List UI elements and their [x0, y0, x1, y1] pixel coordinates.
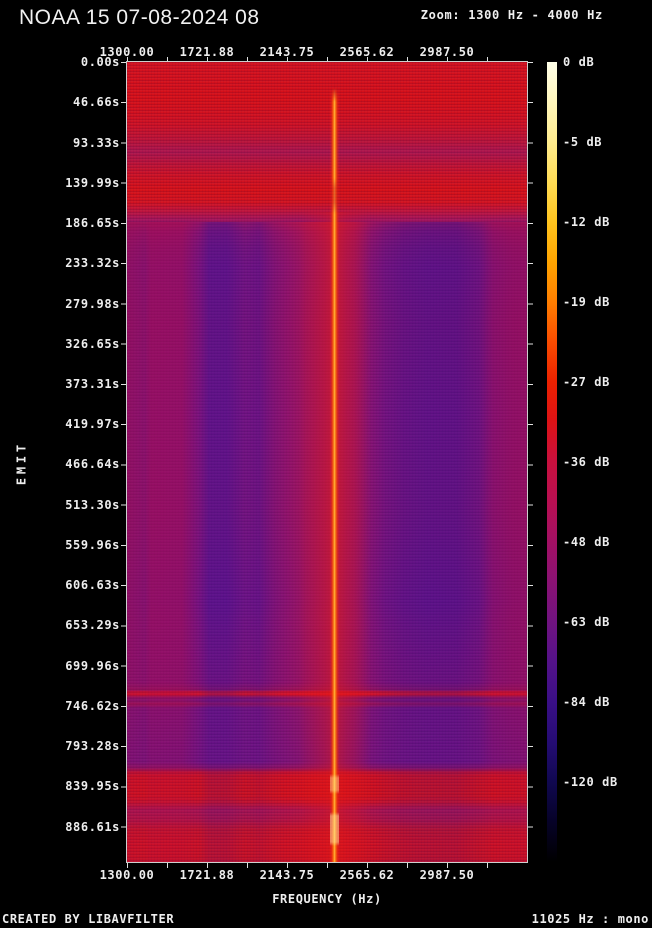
- time-tick-label: 93.33s: [73, 135, 120, 150]
- spectrogram-screen: NOAA 15 07-08-2024 08 Zoom: 1300 Hz - 40…: [0, 0, 652, 928]
- time-tick-label: 139.99s: [65, 175, 120, 190]
- db-tick-label: 0 dB: [563, 55, 595, 69]
- time-axis-title-char: E: [14, 477, 28, 486]
- time-tick-label: 373.31s: [65, 377, 120, 391]
- time-tick-label: 0.00s: [80, 55, 120, 69]
- time-tick-label: 886.61s: [65, 819, 120, 834]
- freq-tick-label-bottom: 1721.88: [179, 868, 235, 882]
- time-tick-label: 326.65s: [65, 336, 120, 351]
- audio-format-label: 11025 Hz : mono: [531, 912, 649, 926]
- time-tick-label: 513.30s: [65, 497, 120, 512]
- time-tick-label: 279.98s: [65, 296, 120, 311]
- frequency-axis-title: FREQUENCY (Hz): [272, 892, 382, 906]
- freq-tick-label-bottom: 2565.62: [339, 868, 395, 882]
- credit-label: CREATED BY LIBAVFILTER: [2, 912, 175, 926]
- db-tick-label: -120 dB: [563, 775, 618, 789]
- time-tick-label: 559.96s: [65, 537, 120, 552]
- time-tick-label: 653.29s: [65, 618, 120, 633]
- db-tick-label: -12 dB: [563, 215, 610, 229]
- time-axis-title: T I M E: [13, 443, 29, 487]
- time-tick-label: 839.95s: [65, 779, 120, 794]
- spectrogram-heatmap: [127, 62, 527, 862]
- page-title: NOAA 15 07-08-2024 08: [19, 6, 260, 29]
- carrier-line-2400hz: [330, 62, 339, 862]
- time-tick-label: 46.66s: [73, 95, 120, 110]
- time-tick-label: 793.28s: [65, 739, 120, 754]
- colorbar-gradient: [547, 62, 557, 862]
- time-tick-label: 699.96s: [65, 658, 120, 673]
- db-tick-label: -19 dB: [563, 295, 610, 309]
- db-tick-label: -84 dB: [563, 695, 610, 709]
- db-tick-label: -48 dB: [563, 535, 610, 549]
- time-tick-label: 233.32s: [65, 256, 120, 271]
- db-tick-label: -36 dB: [563, 455, 610, 469]
- time-tick-label: 746.62s: [65, 698, 120, 713]
- time-tick-label: 419.97s: [65, 417, 120, 432]
- time-tick-label: 186.65s: [65, 216, 120, 230]
- db-tick-label: -63 dB: [563, 615, 610, 629]
- zoom-range-label: Zoom: 1300 Hz - 4000 Hz: [420, 8, 603, 22]
- freq-tick-label-bottom: 1300.00: [99, 868, 155, 882]
- y-axis-ticks-right: [528, 62, 533, 862]
- db-tick-label: -5 dB: [563, 135, 603, 149]
- freq-tick-label-bottom: 2987.50: [419, 868, 475, 882]
- freq-tick-label-bottom: 2143.75: [259, 868, 315, 882]
- time-tick-label: 606.63s: [65, 578, 120, 593]
- db-tick-label: -27 dB: [563, 375, 610, 389]
